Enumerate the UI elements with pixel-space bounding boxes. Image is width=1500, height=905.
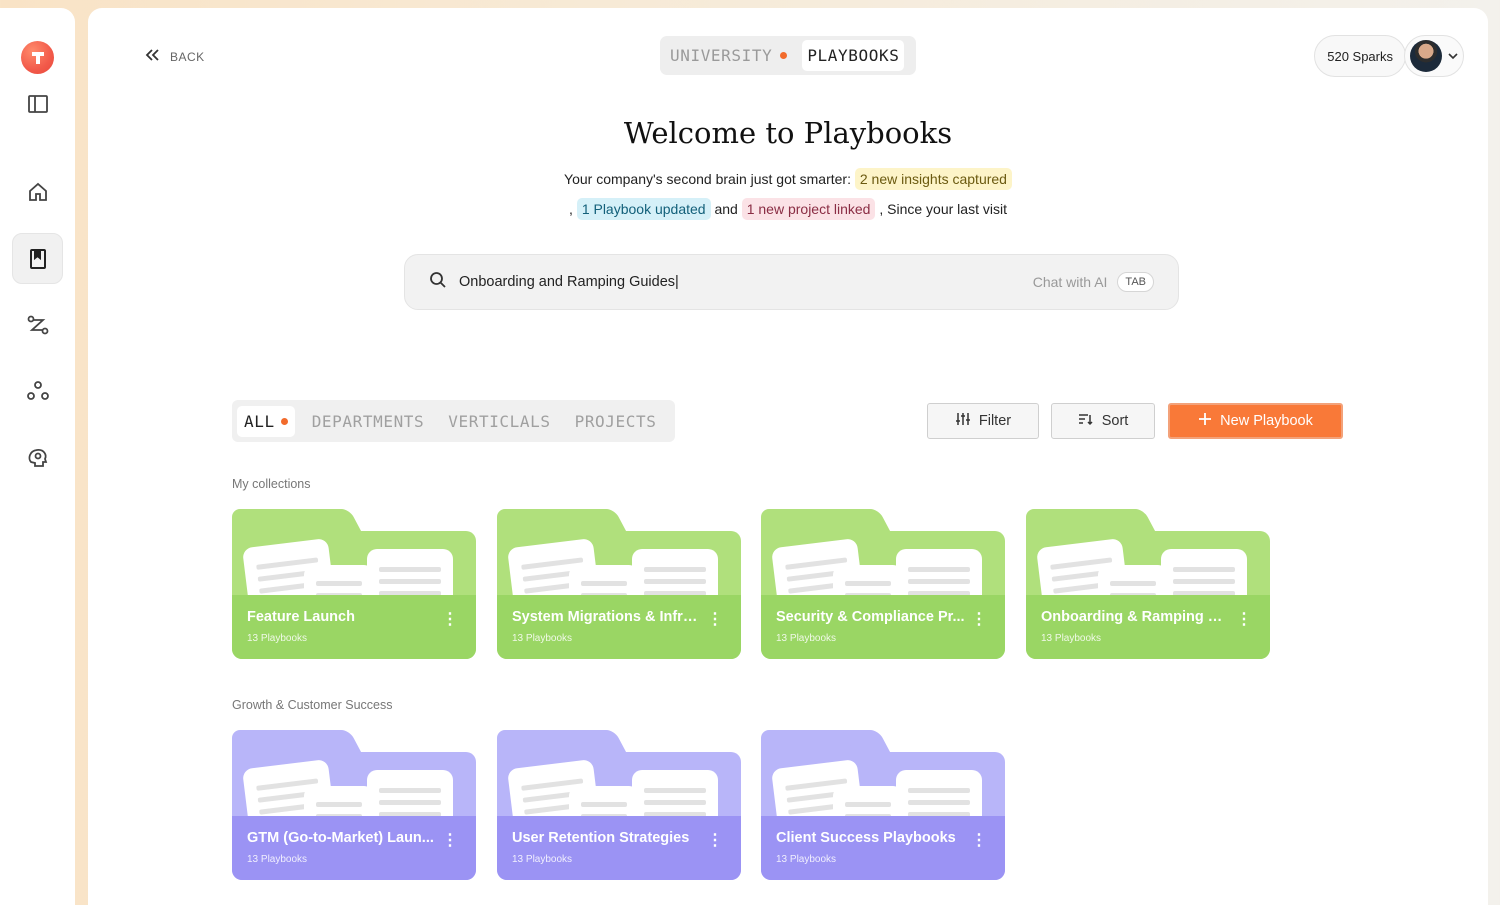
tab-playbooks-label: PLAYBOOKS [807, 46, 900, 65]
page-title: Welcome to Playbooks [623, 116, 953, 150]
folder-card[interactable]: User Retention Strategies 13 Playbooks ⋮ [497, 730, 741, 880]
folder-card[interactable]: Security & Compliance Pr... 13 Playbooks ⋮ [761, 509, 1005, 659]
notification-dot-icon [780, 52, 788, 59]
folder-name: GTM (Go-to-Market) Laun... [247, 830, 434, 846]
folder-label-area: User Retention Strategies 13 Playbooks ⋮ [497, 816, 741, 880]
new-playbook-button[interactable]: New Playbook [1168, 403, 1343, 439]
folder-count: 13 Playbooks [247, 633, 308, 644]
folder-name: System Migrations & Infra... [512, 609, 702, 625]
top-tabs: UNIVERSITY PLAYBOOKS [660, 36, 916, 75]
folder-count: 13 Playbooks [776, 854, 837, 865]
folder-card[interactable]: GTM (Go-to-Market) Laun... 13 Playbooks ⋮ [232, 730, 476, 880]
folder-name: User Retention Strategies [512, 830, 690, 846]
tab-verticals[interactable]: VERTICLALS [441, 406, 557, 437]
notification-dot-icon [280, 417, 288, 425]
folder-count: 13 Playbooks [776, 633, 837, 644]
folder-label-area: Security & Compliance Pr... 13 Playbooks ⋮ [761, 595, 1005, 659]
sort-icon [1078, 412, 1094, 430]
tab-projects[interactable]: PROJECTS [568, 406, 664, 437]
more-vertical-icon[interactable]: ⋮ [707, 830, 723, 850]
insights-chip[interactable]: 2 new insights captured [854, 168, 1012, 190]
filter-button[interactable]: Filter [927, 403, 1039, 439]
double-chevron-left-icon [144, 48, 160, 65]
hero-subline-2: , 1 Playbook updated and 1 new project l… [88, 198, 1488, 220]
app-logo-icon[interactable] [21, 41, 54, 74]
hero-comma: , [569, 201, 573, 217]
sort-button[interactable]: Sort [1051, 403, 1155, 439]
folder-name: Security & Compliance Pr... [776, 609, 965, 625]
connections-icon[interactable] [22, 375, 54, 407]
filter-label: Filter [978, 413, 1012, 429]
left-rail [0, 8, 75, 905]
sliders-icon [955, 412, 971, 430]
folder-name: Feature Launch [247, 609, 355, 625]
folder-label-area: System Migrations & Infra... 13 Playbooks… [497, 595, 741, 659]
folder-label-area: GTM (Go-to-Market) Laun... 13 Playbooks ⋮ [232, 816, 476, 880]
chevron-down-icon [1448, 47, 1458, 65]
workflow-icon[interactable] [22, 309, 54, 341]
search-bar: Chat with AI TAB [404, 254, 1179, 310]
new-playbook-label: New Playbook [1220, 413, 1313, 429]
plus-icon [1198, 412, 1212, 430]
tab-playbooks[interactable]: PLAYBOOKS [802, 40, 905, 71]
updated-chip[interactable]: 1 Playbook updated [576, 198, 711, 220]
chat-with-ai-label[interactable]: Chat with AI [1033, 274, 1108, 290]
back-label: BACK [170, 49, 205, 64]
folder-label-area: Feature Launch 13 Playbooks ⋮ [232, 595, 476, 659]
hero-suffix: , Since your last visit [879, 201, 1007, 217]
sort-label: Sort [1101, 413, 1129, 429]
folder-name: Client Success Playbooks [776, 830, 956, 846]
tab-university-label: UNIVERSITY [670, 46, 773, 65]
playbook-icon[interactable] [12, 233, 63, 284]
folder-label-area: Client Success Playbooks 13 Playbooks ⋮ [761, 816, 1005, 880]
search-icon [429, 271, 447, 294]
brain-icon[interactable] [22, 442, 54, 474]
folder-count: 13 Playbooks [512, 633, 573, 644]
folder-name: Onboarding & Ramping Gu... [1041, 609, 1231, 625]
linked-chip[interactable]: 1 new project linked [741, 198, 876, 220]
hero-prefix: Your company's second brain just got sma… [564, 171, 851, 187]
back-button[interactable]: BACK [144, 48, 205, 65]
folder-card[interactable]: Onboarding & Ramping Gu... 13 Playbooks ⋮ [1026, 509, 1270, 659]
avatar [1410, 40, 1442, 72]
section-title-my-collections: My collections [232, 477, 311, 491]
folder-card[interactable]: Client Success Playbooks 13 Playbooks ⋮ [761, 730, 1005, 880]
tab-all-label: ALL [244, 411, 275, 431]
more-vertical-icon[interactable]: ⋮ [442, 609, 458, 629]
folder-count: 13 Playbooks [247, 854, 308, 865]
sidebar-panel-icon[interactable] [22, 88, 54, 120]
folder-card[interactable]: Feature Launch 13 Playbooks ⋮ [232, 509, 476, 659]
more-vertical-icon[interactable]: ⋮ [971, 830, 987, 850]
folder-card[interactable]: System Migrations & Infra... 13 Playbooks… [497, 509, 741, 659]
sparks-badge[interactable]: 520 Sparks [1314, 35, 1406, 77]
hero-subline-1: Your company's second brain just got sma… [88, 168, 1488, 190]
folder-count: 13 Playbooks [1041, 633, 1102, 644]
folder-count: 13 Playbooks [512, 854, 573, 865]
more-vertical-icon[interactable]: ⋮ [442, 830, 458, 850]
folder-label-area: Onboarding & Ramping Gu... 13 Playbooks ⋮ [1026, 595, 1270, 659]
more-vertical-icon[interactable]: ⋮ [707, 609, 723, 629]
section-title-growth: Growth & Customer Success [232, 698, 393, 712]
account-menu[interactable] [1404, 35, 1464, 77]
more-vertical-icon[interactable]: ⋮ [971, 609, 987, 629]
tab-all[interactable]: ALL [237, 405, 295, 437]
main-panel: BACK UNIVERSITY PLAYBOOKS 520 Sparks Wel… [88, 8, 1488, 905]
tab-university[interactable]: UNIVERSITY [665, 40, 792, 71]
home-icon[interactable] [22, 176, 54, 208]
category-tabs: ALL DEPARTMENTS VERTICLALS PROJECTS [232, 400, 675, 442]
search-input[interactable] [459, 274, 1033, 290]
hero-and: and [714, 201, 738, 217]
tab-key-hint: TAB [1117, 272, 1154, 292]
user-area: 520 Sparks [1314, 35, 1464, 77]
more-vertical-icon[interactable]: ⋮ [1236, 609, 1252, 629]
tab-departments[interactable]: DEPARTMENTS [305, 406, 432, 437]
